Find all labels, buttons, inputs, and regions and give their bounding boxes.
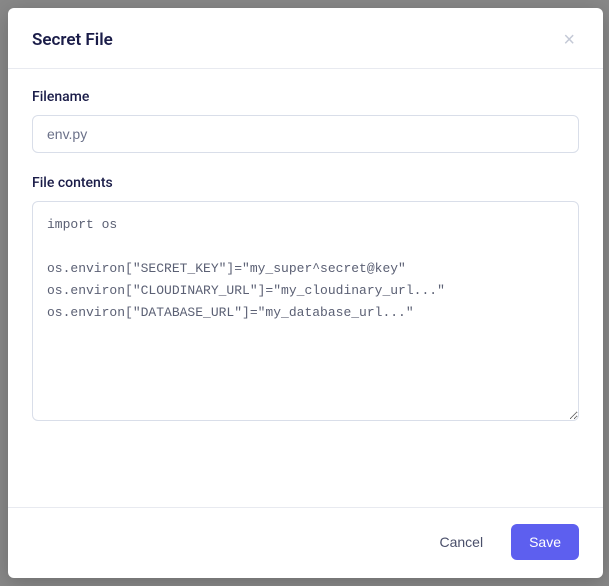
contents-field-group: File contents [32,175,579,425]
file-contents-textarea[interactable] [32,201,579,421]
cancel-button[interactable]: Cancel [421,524,501,560]
contents-label: File contents [32,175,579,191]
modal-body: Filename File contents [8,69,603,507]
close-button[interactable]: × [559,26,579,54]
save-button[interactable]: Save [511,524,579,560]
filename-input[interactable] [32,115,579,153]
filename-label: Filename [32,89,579,105]
modal-header: Secret File × [8,8,603,69]
close-icon: × [563,29,575,51]
filename-field-group: Filename [32,89,579,153]
modal-footer: Cancel Save [8,507,603,578]
modal-title: Secret File [32,30,113,50]
secret-file-modal: Secret File × Filename File contents Can… [8,8,603,578]
